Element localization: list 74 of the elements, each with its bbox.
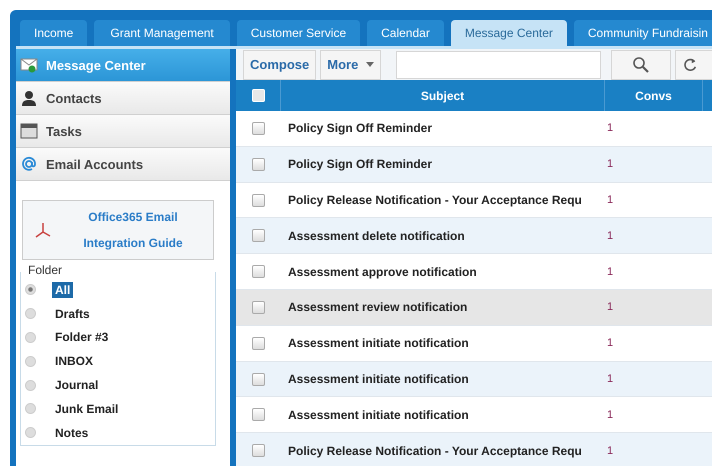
- radio-button[interactable]: [25, 308, 36, 320]
- tab[interactable]: Customer Service: [236, 20, 360, 46]
- convs-cell-text: 1: [606, 301, 614, 314]
- subject-cell-text: Assessment review notification: [287, 300, 468, 314]
- tab[interactable]: Income: [20, 20, 88, 46]
- convs-cell-text: 1: [606, 266, 614, 278]
- folder-item[interactable]: All: [52, 282, 74, 298]
- folder-item[interactable]: INBOX: [52, 353, 96, 370]
- message-row[interactable]: Assessment review notification 1: [236, 290, 712, 326]
- row-checkbox[interactable]: [252, 408, 264, 422]
- convs-cell-text: 1: [606, 158, 614, 170]
- row-checkbox[interactable]: [252, 300, 264, 314]
- refresh-icon: [682, 56, 698, 73]
- search-icon: [632, 56, 650, 74]
- row-checkbox[interactable]: [252, 336, 264, 350]
- row-checkbox[interactable]: [252, 372, 264, 386]
- tab[interactable]: Calendar: [367, 20, 444, 46]
- subject-cell-text: Policy Sign Off Reminder: [287, 157, 432, 172]
- message-row[interactable]: Policy Release Notification - Your Acceptance Requ 1: [236, 433, 712, 466]
- select-all-checkbox[interactable]: [252, 89, 264, 102]
- row-checkbox[interactable]: [252, 158, 264, 171]
- folder-item[interactable]: Journal: [52, 377, 102, 394]
- convs-cell-text: 1: [606, 444, 614, 457]
- compose-button[interactable]: Compose: [243, 50, 316, 80]
- refresh-button[interactable]: [675, 50, 712, 80]
- subject-cell-text: Assessment delete notification: [287, 228, 465, 243]
- calendar-icon: [20, 123, 38, 139]
- sidebar-item[interactable]: Email Accounts: [16, 148, 230, 181]
- search-button[interactable]: [611, 50, 672, 80]
- radio-button[interactable]: [25, 284, 36, 296]
- row-checkbox[interactable]: [252, 229, 264, 242]
- row-checkbox[interactable]: [252, 122, 264, 135]
- radio-button[interactable]: [25, 380, 36, 391]
- tab[interactable]: Community Fundraisin: [574, 20, 712, 46]
- person-icon: [20, 90, 38, 106]
- radio-button[interactable]: [25, 356, 36, 367]
- convs-cell-text: 1: [606, 194, 614, 206]
- mail-icon: [20, 57, 38, 73]
- message-row[interactable]: Policy Sign Off Reminder 1: [236, 146, 712, 183]
- folder-item[interactable]: Folder #3: [52, 329, 112, 346]
- row-checkbox[interactable]: [252, 265, 264, 278]
- radio-button[interactable]: [25, 332, 36, 343]
- search-field[interactable]: [396, 50, 602, 79]
- convs-cell-text: 1: [606, 122, 614, 134]
- folder-item[interactable]: Notes: [52, 424, 92, 441]
- row-checkbox[interactable]: [252, 444, 264, 458]
- convs-cell-text: 1: [606, 373, 614, 385]
- message-row[interactable]: Assessment initiate notification 1: [236, 362, 712, 398]
- message-row[interactable]: Policy Release Notification - Your Acceptance Requ 1: [236, 182, 712, 218]
- convs-cell-text: 1: [606, 408, 614, 421]
- subject-cell-text: Assessment approve notification: [287, 264, 477, 279]
- convs-cell-text: 1: [606, 337, 614, 350]
- pdf-icon: [33, 220, 53, 240]
- convs-cell-text: 1: [606, 230, 614, 242]
- radio-button[interactable]: [25, 427, 36, 438]
- subject-cell-text: Assessment initiate notification: [287, 372, 469, 386]
- radio-button[interactable]: [25, 403, 36, 414]
- more-button[interactable]: More: [320, 50, 382, 80]
- sidebar-item[interactable]: Tasks: [16, 115, 230, 148]
- subject-cell-text: Policy Release Notification - Your Acceptance Requ: [287, 444, 582, 458]
- row-checkbox[interactable]: [252, 194, 264, 207]
- sidebar-item[interactable]: Contacts: [16, 82, 230, 115]
- caret-icon: [366, 62, 374, 68]
- subject-cell-text: Policy Sign Off Reminder: [287, 121, 432, 136]
- at-sign-icon: [20, 156, 38, 172]
- subject-cell-text: Assessment initiate notification: [287, 336, 469, 350]
- tab[interactable]: Grant Management: [94, 20, 230, 46]
- tab[interactable]: Message Center: [450, 20, 567, 46]
- message-row[interactable]: Assessment delete notification 1: [236, 218, 712, 254]
- guide-link[interactable]: Office365 Email Integration Guide: [22, 200, 214, 260]
- subject-cell-text: Policy Release Notification - Your Acceptance Requ: [287, 193, 582, 208]
- subject-cell-text: Assessment initiate notification: [287, 408, 469, 422]
- folder-item[interactable]: Drafts: [52, 306, 93, 322]
- folder-item[interactable]: Junk Email: [52, 400, 122, 417]
